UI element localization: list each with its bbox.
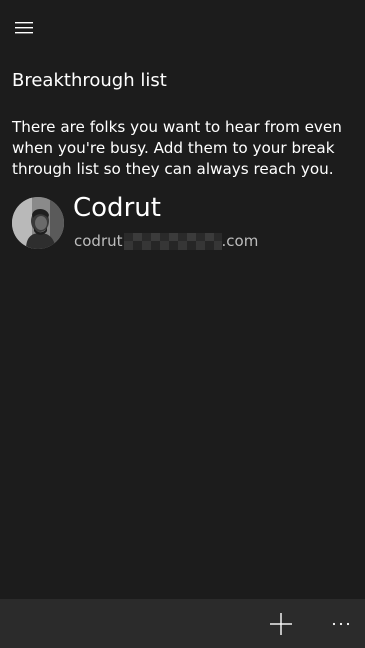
- contact-email: codrut .com: [74, 232, 258, 250]
- page-title: Breakthrough list: [12, 70, 167, 91]
- contact-email-prefix: codrut: [74, 232, 123, 250]
- add-contact-button[interactable]: [266, 609, 296, 639]
- more-ellipsis-icon: [332, 622, 350, 626]
- person-avatar: [12, 197, 64, 249]
- contact-name: Codrut: [73, 193, 161, 223]
- breakthrough-list-page: Breakthrough list There are folks you wa…: [0, 0, 365, 648]
- contact-email-suffix: .com: [221, 232, 259, 250]
- plus-icon: [270, 613, 292, 635]
- bottom-app-bar: [0, 599, 365, 648]
- hamburger-menu-button[interactable]: [10, 16, 38, 40]
- page-description: There are folks you want to hear from ev…: [12, 118, 342, 178]
- hamburger-icon: [15, 22, 33, 34]
- contact-item[interactable]: Codrut codrut .com: [12, 193, 352, 253]
- more-options-button[interactable]: [326, 609, 356, 639]
- redacted-block: [123, 232, 222, 250]
